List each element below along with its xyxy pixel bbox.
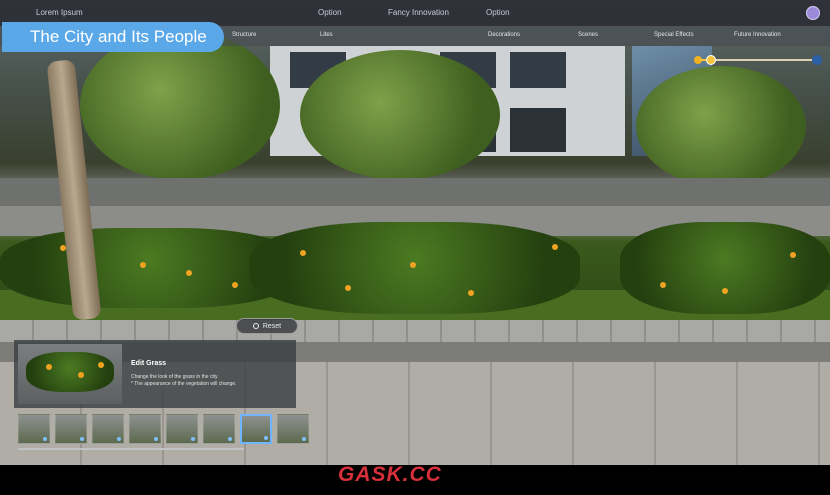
description-line: Change the look of the grass in the city… xyxy=(131,374,219,380)
reset-icon xyxy=(252,323,259,329)
grass-variant-thumbnail[interactable] xyxy=(166,414,198,444)
time-of-day-slider[interactable] xyxy=(694,55,822,65)
tab-future-innovation[interactable]: Future Innovation xyxy=(734,32,781,38)
watermark: GASK.CC xyxy=(338,463,442,486)
flower-hedge xyxy=(620,222,830,314)
variant-indicator-icon xyxy=(191,437,195,441)
tab-special-effects[interactable]: Special Effects xyxy=(654,32,694,38)
variant-indicator-icon xyxy=(117,437,121,441)
tab-structure[interactable]: Structure xyxy=(232,32,256,38)
menu-item[interactable]: Lorem Ipsum xyxy=(36,8,83,17)
page-title: The City and Its People xyxy=(2,22,224,52)
grass-variant-thumbnail[interactable] xyxy=(55,414,87,444)
variant-indicator-icon xyxy=(43,437,47,441)
tree-canopy xyxy=(636,66,806,186)
variant-scrollbar[interactable] xyxy=(18,448,244,450)
tab-scenes[interactable]: Scenes xyxy=(578,32,598,38)
variant-indicator-icon xyxy=(228,437,232,441)
panel-heading: Edit Grass xyxy=(131,360,167,367)
road xyxy=(0,178,830,208)
profile-icon[interactable] xyxy=(806,6,820,20)
description-line: * The appearance of the vegetation will … xyxy=(131,381,237,387)
grass-variant-thumbnail[interactable] xyxy=(203,414,235,444)
grass-variant-thumbnail[interactable] xyxy=(277,414,309,444)
grass-variant-thumbnail[interactable] xyxy=(240,414,272,444)
edit-grass-panel: Edit Grass Change the look of the grass … xyxy=(14,340,296,408)
variant-indicator-icon xyxy=(154,437,158,441)
moon-icon xyxy=(812,55,822,65)
menu-item[interactable]: Option xyxy=(486,8,510,17)
grass-variant-thumbnail[interactable] xyxy=(92,414,124,444)
slider-track[interactable] xyxy=(700,59,812,61)
variant-indicator-icon xyxy=(302,437,306,441)
menu-item[interactable]: Fancy Innovation xyxy=(388,8,449,17)
panel-description: Change the look of the grass in the city… xyxy=(131,374,291,388)
curb xyxy=(0,320,830,342)
grass-variant-list xyxy=(14,410,309,452)
flower-hedge xyxy=(250,222,580,314)
tab-lites[interactable]: Lites xyxy=(320,32,333,38)
tree-canopy xyxy=(300,50,500,180)
variant-indicator-icon xyxy=(80,437,84,441)
slider-handle[interactable] xyxy=(706,55,717,65)
reset-label: Reset xyxy=(262,322,282,330)
menu-item[interactable]: Option xyxy=(318,8,342,17)
grass-variant-thumbnail[interactable] xyxy=(129,414,161,444)
variant-indicator-icon xyxy=(264,436,268,440)
reset-button[interactable]: Reset xyxy=(236,318,298,334)
tab-decorations[interactable]: Decorations xyxy=(488,32,520,38)
grass-preview-image xyxy=(18,344,122,404)
grass-variant-thumbnail[interactable] xyxy=(18,414,50,444)
tree-canopy xyxy=(80,30,280,180)
